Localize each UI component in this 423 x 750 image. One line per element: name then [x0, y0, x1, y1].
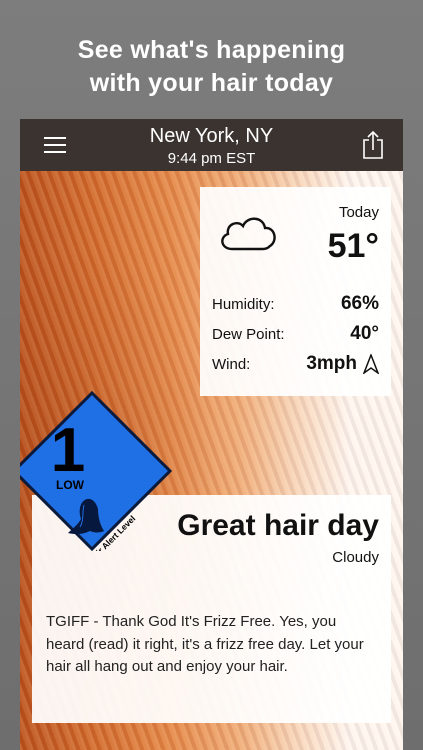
hair-forecast-headline: Great hair day — [177, 509, 379, 542]
dew-point-label: Dew Point: — [212, 326, 285, 343]
humidity-label: Humidity: — [212, 296, 275, 313]
day-label: Today — [338, 204, 379, 221]
promo-line-2: with your hair today — [89, 69, 334, 97]
local-time: 9:44 pm EST — [167, 150, 256, 167]
cloud-icon — [221, 217, 276, 251]
location-title: New York, NY — [149, 125, 274, 147]
wind-direction-icon — [363, 354, 379, 374]
app-screen: New York, NY 9:44 pm EST Today 51° Humid… — [20, 119, 403, 750]
wind-row: Wind: 3mph — [212, 353, 379, 374]
weather-condition: Cloudy — [332, 549, 379, 566]
forecast-description: TGIFF - Thank God It's Frizz Free. Yes, … — [46, 613, 364, 675]
humidity-value: 66% — [340, 293, 379, 314]
wind-label: Wind: — [212, 356, 251, 373]
promo-caption: See what's happening with your hair toda… — [0, 34, 423, 100]
share-icon[interactable] — [361, 130, 385, 160]
nav-bar: New York, NY 9:44 pm EST — [20, 119, 403, 171]
temperature: 51° — [327, 227, 379, 265]
dew-point-row: Dew Point: 40° — [212, 323, 379, 344]
wind-value: 3mph — [306, 353, 357, 374]
humidity-row: Humidity: 66% — [212, 293, 379, 314]
alert-level-text: LOW — [56, 478, 85, 492]
weather-card: Today 51° Humidity: 66% Dew Point: 40° W… — [200, 187, 391, 396]
promo-line-1: See what's happening — [77, 36, 346, 64]
hair-alert-level-badge: 1 LOW Hair Alert Level — [20, 391, 172, 551]
alert-level-number: 1 — [51, 416, 85, 485]
dew-point-value: 40° — [350, 323, 379, 344]
